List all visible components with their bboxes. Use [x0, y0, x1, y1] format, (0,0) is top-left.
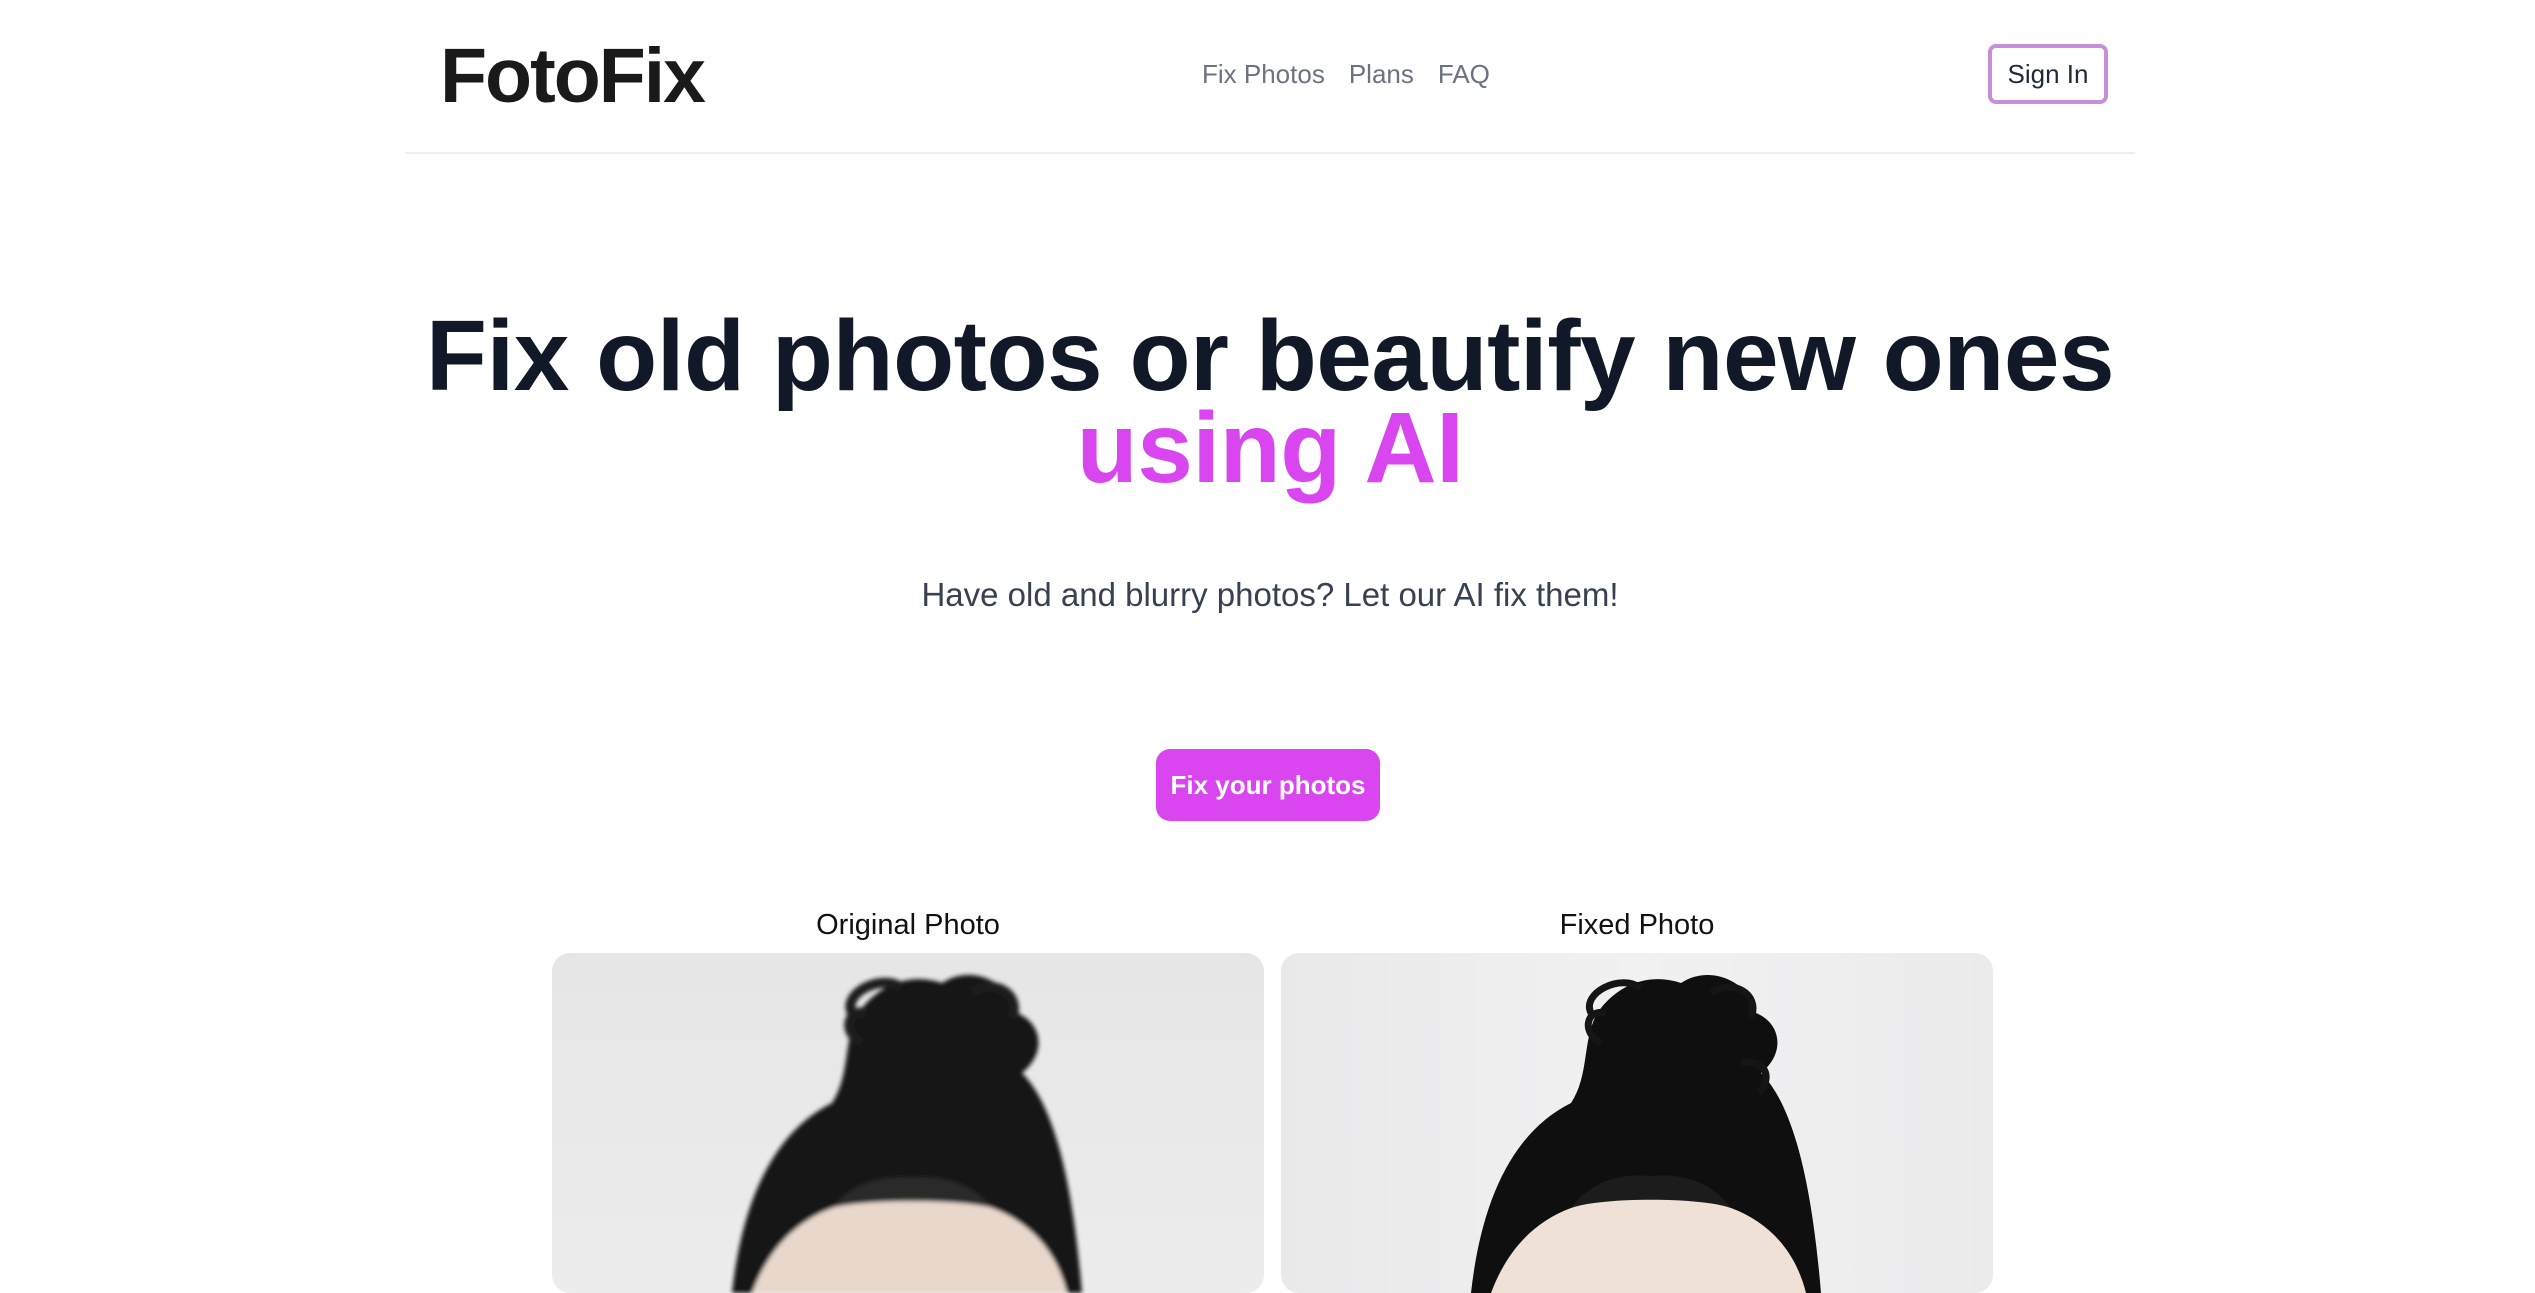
- logo[interactable]: FotoFix: [440, 30, 706, 122]
- hero-subtitle: Have old and blurry photos? Let our AI f…: [921, 576, 1619, 613]
- fixed-photo: [1281, 953, 1993, 1293]
- nav-link-plans[interactable]: Plans: [1349, 56, 1414, 92]
- fixed-photo-image: [1471, 974, 1821, 1293]
- original-photo-label: Original Photo: [816, 909, 1000, 941]
- original-photo-image: [732, 974, 1082, 1293]
- original-photo: [552, 953, 1264, 1293]
- hero-title: Fix old photos or beautify new ones usin…: [405, 306, 2135, 498]
- site-header: FotoFix Fix Photos Plans FAQ Sign In: [405, 0, 2135, 154]
- nav-link-fix-photos[interactable]: Fix Photos: [1202, 56, 1325, 92]
- nav-link-faq[interactable]: FAQ: [1438, 56, 1490, 92]
- fixed-photo-label: Fixed Photo: [1559, 909, 1715, 941]
- hero-title-accent: using AI: [1076, 392, 1464, 504]
- fix-photos-button[interactable]: Fix your photos: [1156, 749, 1380, 821]
- sign-in-button[interactable]: Sign In: [1988, 44, 2108, 104]
- main-nav: Fix Photos Plans FAQ: [1202, 56, 1490, 92]
